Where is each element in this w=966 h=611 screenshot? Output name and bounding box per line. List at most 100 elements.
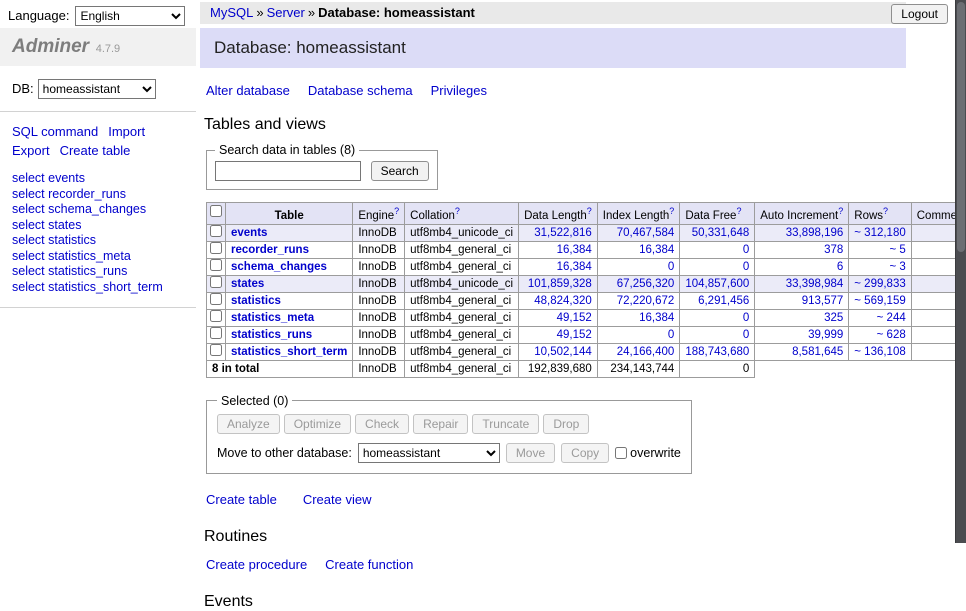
rows-count-link[interactable]: ~ 136,108 — [854, 346, 905, 358]
search-input[interactable] — [215, 161, 361, 181]
sidebar-table-link[interactable]: select statistics_meta — [12, 249, 184, 265]
selected-action-button[interactable]: Check — [355, 414, 409, 434]
rows-count-link[interactable]: ~ 628 — [877, 329, 906, 341]
auto-increment-link[interactable]: 378 — [824, 244, 843, 256]
rows-count-link[interactable]: ~ 312,180 — [854, 227, 905, 239]
rows-count-link[interactable]: ~ 299,833 — [854, 278, 905, 290]
sidebar-action-link[interactable]: Export — [12, 143, 50, 158]
routine-create-link[interactable]: Create function — [325, 557, 413, 572]
data-length-link[interactable]: 31,522,816 — [534, 227, 592, 239]
row-checkbox[interactable] — [210, 327, 222, 339]
sidebar-action-link[interactable]: Create table — [60, 143, 131, 158]
data-length-link[interactable]: 16,384 — [557, 244, 592, 256]
doc-help-link[interactable]: ? — [669, 206, 674, 216]
data-length-link[interactable]: 16,384 — [557, 261, 592, 273]
scrollbar-thumb[interactable] — [957, 2, 965, 252]
data-free-link[interactable]: 0 — [743, 261, 749, 273]
table-name-link[interactable]: events — [231, 227, 267, 239]
create-link[interactable]: Create view — [303, 492, 372, 507]
sidebar-table-link[interactable]: select states — [12, 218, 184, 234]
table-name-link[interactable]: statistics_short_term — [231, 346, 347, 358]
index-length-link[interactable]: 0 — [668, 261, 674, 273]
row-checkbox[interactable] — [210, 242, 222, 254]
auto-increment-link[interactable]: 33,898,196 — [786, 227, 844, 239]
data-free-link[interactable]: 0 — [743, 329, 749, 341]
row-checkbox[interactable] — [210, 276, 222, 288]
data-free-link[interactable]: 104,857,600 — [685, 278, 749, 290]
auto-increment-link[interactable]: 39,999 — [808, 329, 843, 341]
index-length-link[interactable]: 0 — [668, 329, 674, 341]
database-nav-link[interactable]: Database schema — [308, 83, 413, 98]
rows-count-link[interactable]: ~ 3 — [889, 261, 905, 273]
row-checkbox[interactable] — [210, 225, 222, 237]
create-link[interactable]: Create table — [206, 492, 277, 507]
table-name-link[interactable]: recorder_runs — [231, 244, 309, 256]
table-name-link[interactable]: statistics_meta — [231, 312, 314, 324]
doc-help-link[interactable]: ? — [736, 206, 741, 216]
data-free-link[interactable]: 188,743,680 — [685, 346, 749, 358]
data-free-link[interactable]: 0 — [743, 312, 749, 324]
vertical-scrollbar[interactable] — [955, 0, 966, 543]
sidebar-table-link[interactable]: select statistics — [12, 233, 184, 249]
data-length-link[interactable]: 48,824,320 — [534, 295, 592, 307]
sidebar-table-link[interactable]: select events — [12, 171, 184, 187]
data-length-link[interactable]: 49,152 — [557, 329, 592, 341]
db-select[interactable]: homeassistant — [38, 79, 156, 99]
selected-action-button[interactable]: Optimize — [284, 414, 351, 434]
auto-increment-link[interactable]: 913,577 — [802, 295, 844, 307]
breadcrumb-mysql-link[interactable]: MySQL — [210, 5, 253, 20]
index-length-link[interactable]: 16,384 — [639, 312, 674, 324]
select-all-checkbox[interactable] — [210, 205, 222, 217]
rows-count-link[interactable]: ~ 569,159 — [854, 295, 905, 307]
index-length-link[interactable]: 70,467,584 — [617, 227, 675, 239]
row-checkbox[interactable] — [210, 344, 222, 356]
selected-action-button[interactable]: Drop — [543, 414, 589, 434]
sidebar-action-link[interactable]: Import — [108, 124, 145, 139]
doc-help-link[interactable]: ? — [587, 206, 592, 216]
index-length-link[interactable]: 67,256,320 — [617, 278, 675, 290]
doc-help-link[interactable]: ? — [838, 206, 843, 216]
data-free-link[interactable]: 50,331,648 — [692, 227, 750, 239]
sidebar-table-link[interactable]: select statistics_short_term — [12, 280, 184, 296]
index-length-link[interactable]: 16,384 — [639, 244, 674, 256]
row-checkbox[interactable] — [210, 259, 222, 271]
rows-count-link[interactable]: ~ 244 — [877, 312, 906, 324]
data-length-link[interactable]: 49,152 — [557, 312, 592, 324]
data-free-link[interactable]: 0 — [743, 244, 749, 256]
database-nav-link[interactable]: Alter database — [206, 83, 290, 98]
routine-create-link[interactable]: Create procedure — [206, 557, 307, 572]
sidebar-table-link[interactable]: select recorder_runs — [12, 187, 184, 203]
doc-help-link[interactable]: ? — [455, 206, 460, 216]
doc-help-link[interactable]: ? — [394, 206, 399, 216]
table-name-link[interactable]: states — [231, 278, 264, 290]
breadcrumb-server-link[interactable]: Server — [267, 5, 305, 20]
rows-count-link[interactable]: ~ 5 — [889, 244, 905, 256]
data-free-link[interactable]: 6,291,456 — [698, 295, 749, 307]
data-length-link[interactable]: 10,502,144 — [534, 346, 592, 358]
table-name-link[interactable]: schema_changes — [231, 261, 327, 273]
table-name-link[interactable]: statistics_runs — [231, 329, 312, 341]
table-name-link[interactable]: statistics — [231, 295, 281, 307]
copy-button[interactable]: Copy — [561, 443, 609, 463]
auto-increment-link[interactable]: 6 — [837, 261, 843, 273]
selected-action-button[interactable]: Repair — [413, 414, 468, 434]
move-db-select[interactable]: homeassistant — [358, 443, 500, 463]
sidebar-table-link[interactable]: select schema_changes — [12, 202, 184, 218]
doc-help-link[interactable]: ? — [883, 206, 888, 216]
selected-action-button[interactable]: Truncate — [472, 414, 539, 434]
language-select[interactable]: English — [75, 6, 185, 26]
index-length-link[interactable]: 24,166,400 — [617, 346, 675, 358]
data-length-link[interactable]: 101,859,328 — [528, 278, 592, 290]
overwrite-checkbox[interactable] — [615, 447, 627, 459]
index-length-link[interactable]: 72,220,672 — [617, 295, 675, 307]
selected-action-button[interactable]: Analyze — [217, 414, 280, 434]
row-checkbox[interactable] — [210, 310, 222, 322]
logout-button[interactable]: Logout — [891, 4, 948, 24]
auto-increment-link[interactable]: 33,398,984 — [786, 278, 844, 290]
search-button[interactable]: Search — [371, 161, 429, 181]
auto-increment-link[interactable]: 8,581,645 — [792, 346, 843, 358]
row-checkbox[interactable] — [210, 293, 222, 305]
sidebar-action-link[interactable]: SQL command — [12, 124, 98, 139]
auto-increment-link[interactable]: 325 — [824, 312, 843, 324]
sidebar-table-link[interactable]: select statistics_runs — [12, 264, 184, 280]
